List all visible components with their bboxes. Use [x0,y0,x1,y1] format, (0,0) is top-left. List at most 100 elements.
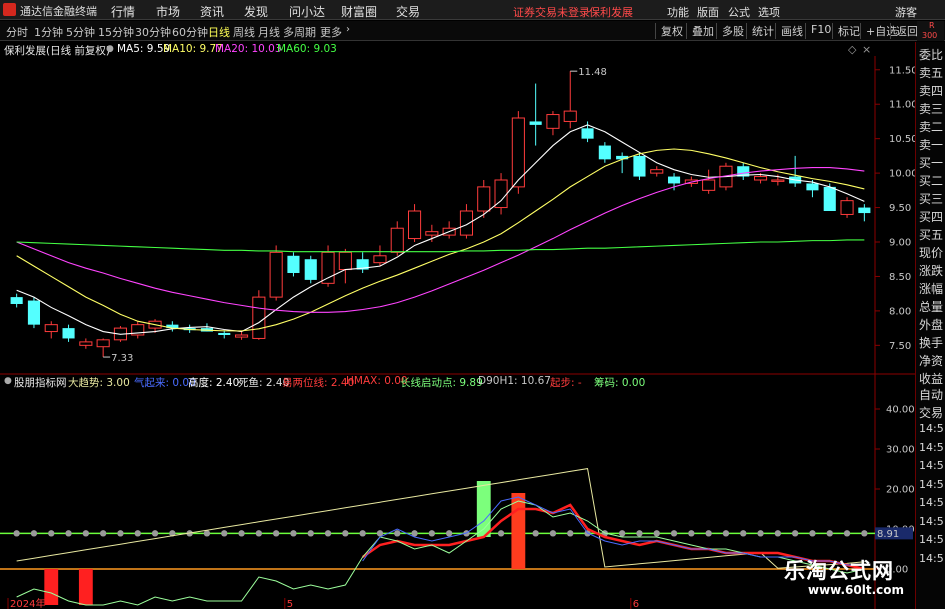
menu-gongshi[interactable]: 公式 [728,4,750,20]
indicator-tick-label: 20.00 [886,485,915,496]
quote-field-label[interactable]: 卖三 [919,100,943,117]
quote-field-label[interactable]: 买五 [919,226,943,243]
price-tick-label: 8.00 [889,306,911,317]
quote-field-label[interactable]: 14:5 [919,515,944,528]
quote-field-label[interactable]: 买二 [919,172,943,189]
huaxian-button[interactable]: 画线 [775,23,803,39]
menu-banmian[interactable]: 版面 [697,4,719,20]
period-30min[interactable]: 30分钟 [135,24,171,40]
quote-field-label[interactable]: 买三 [919,190,943,207]
quote-field-label[interactable]: 卖五 [919,64,943,81]
candle-body-up [702,179,716,191]
close-chart-icon[interactable]: × [862,43,871,56]
quote-field-label[interactable]: 14:5 [919,459,944,472]
period-1min[interactable]: 1分钟 [34,24,63,40]
reference-dot [359,530,366,537]
quote-field-label[interactable]: 委比 [919,46,943,63]
ma-line-ma20 [16,167,865,313]
candle-body-up [650,169,664,174]
quote-field-label[interactable]: 外盘 [919,316,943,333]
quote-field-label[interactable]: 换手 [919,334,943,351]
candle-body-up [234,334,249,338]
tongji-button[interactable]: 统计 [746,23,774,39]
price-tick-label: 10.00 [889,169,915,180]
reference-dot [99,530,107,537]
period-weekly[interactable]: 周线 [233,24,255,40]
reference-dot [342,530,349,537]
legend-ma20: MA20: 10.03 [215,43,282,55]
quote-field-label[interactable]: 卖四 [919,82,943,99]
diejia-button[interactable]: 叠加 [686,23,714,39]
fuquan-button[interactable]: 复权 [655,23,683,39]
biaoji-button[interactable]: 标记 [832,23,860,39]
menu-caifuquan[interactable]: 财富圈 [341,3,377,20]
reference-dot [722,530,730,537]
period-monthly[interactable]: 月线 [258,24,280,40]
reference-dot [221,530,228,537]
ma-line-ma60 [16,239,865,253]
menu-shichang[interactable]: 市场 [156,3,180,20]
period-daily[interactable]: 日线 [208,24,230,40]
menu-zixun[interactable]: 资讯 [200,3,224,20]
legend-toggle-icon[interactable]: ● [106,44,114,54]
menu-xuanxiang[interactable]: 选项 [758,4,780,20]
period-5min[interactable]: 5分钟 [66,24,95,40]
legend-ma10: MA10: 9.77 [163,43,223,55]
reference-dot [774,530,782,537]
period-60min[interactable]: 60分钟 [172,24,208,40]
quote-field-label[interactable]: 买四 [919,208,943,225]
login-notice[interactable]: 证券交易未登录 [513,4,590,20]
menu-jiaoyi[interactable]: 交易 [396,3,420,20]
value-tag: 8.91 [877,529,899,540]
reference-dot [532,530,539,537]
quote-field-label[interactable]: 14:5 [919,441,944,454]
quote-field-label[interactable]: 买一 [919,154,943,171]
reference-dot [324,530,332,537]
guest-label[interactable]: 游客 [895,4,917,20]
period-more[interactable]: 更多 [320,24,342,40]
f10-button[interactable]: F10 [805,23,831,39]
price-axis: 7.50 8.00 8.50 9.00 9.50 10.00 10.50 11.00 11.50… [875,65,915,576]
quote-field-label[interactable]: 14:5 [919,496,944,509]
title-bar: 通达信金融终端 行情 市场 资讯 发现 问小达 财富圈 交易 证券交易未登录 保… [0,0,945,20]
candle-body-down [806,183,819,191]
candle-body-down [287,255,300,273]
quote-field-label[interactable]: 卖二 [919,118,943,135]
quote-field-label[interactable]: 卖一 [919,136,943,153]
quote-field-label[interactable]: 净资 [919,352,943,369]
current-stock-name: 保利发展 [589,6,633,19]
reference-dot [791,530,799,537]
reference-dot [843,530,851,537]
menu-gongneng[interactable]: 功能 [667,4,689,20]
more-chevron-icon[interactable]: › [346,24,350,35]
price-tick-label: 8.50 [889,272,911,283]
kline-chart[interactable]: 11.48 7.33 2024年 5 6 7.50 8.00 8.50 9.00 9.50 10… [0,56,915,609]
indicator-plot: 2024年 5 6 [0,468,875,609]
quote-field-label[interactable]: 自动 [919,386,943,403]
menu-faxian[interactable]: 发现 [244,3,268,20]
back-button[interactable]: 返回 [890,23,918,39]
quote-field-label[interactable]: 14:5 [919,533,944,546]
duogu-button[interactable]: 多股 [716,23,744,39]
period-fenshi[interactable]: 分时 [6,24,28,40]
reference-dot [757,530,764,537]
quote-field-label[interactable]: 14:5 [919,478,944,491]
quote-field-label[interactable]: 14:5 [919,552,944,565]
quote-field-label[interactable]: 交易 [919,404,943,421]
quote-field-label[interactable]: 涨幅 [919,280,943,297]
quote-field-label[interactable]: 涨跌 [919,262,943,279]
price-tick-label: 9.00 [889,238,911,249]
quote-field-label[interactable]: 现价 [919,244,943,261]
quote-field-label[interactable]: 14:5 [919,422,944,435]
period-15min[interactable]: 15分钟 [98,24,134,40]
settings-diamond-icon[interactable]: ◇ [848,43,856,56]
quote-field-label[interactable]: 收益 [919,370,943,387]
reference-dot [65,530,72,537]
menu-wenxiaoda[interactable]: 问小达 [289,3,325,20]
period-multi[interactable]: 多周期 [283,24,316,40]
menu-hangqing[interactable]: 行情 [111,3,135,20]
candle-body-down [27,300,41,325]
quote-field-label[interactable]: 总量 [919,298,943,315]
reference-dot [255,530,263,537]
signal-bar [44,569,59,605]
